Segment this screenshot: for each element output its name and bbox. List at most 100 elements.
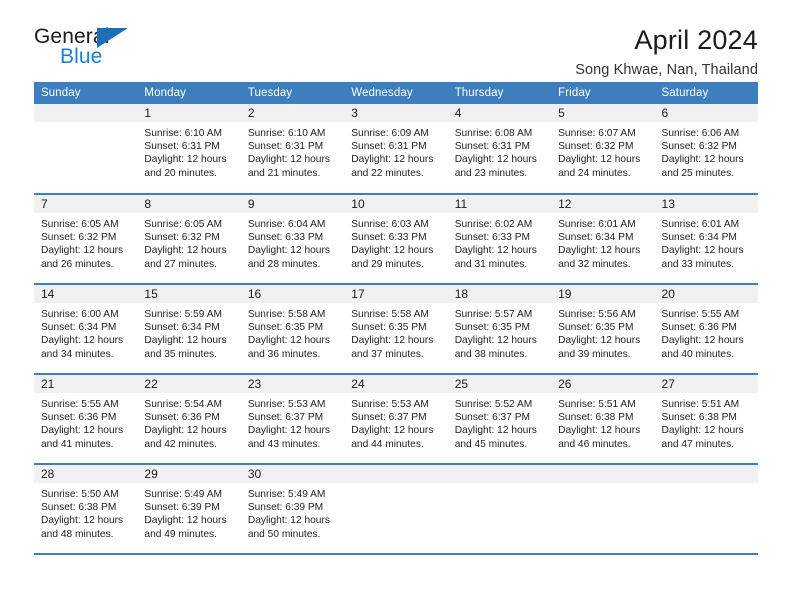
daylight-duration-line1: Daylight: 12 hours	[558, 425, 641, 437]
calendar-day-cell[interactable]: 24 Sunrise: 5:53 AM Sunset: 6:37 PM Dayligh…	[344, 373, 448, 464]
sunrise-time: Sunrise: 5:58 AM	[247, 309, 326, 320]
sunrise-time: Sunrise: 5:56 AM	[558, 309, 636, 320]
calendar-day-cell[interactable]: 9 Sunrise: 6:04 AM Sunset: 6:33 PM Daylight…	[240, 193, 345, 284]
calendar-day-cell[interactable]: 18 Sunrise: 5:57 AM Sunset: 6:35 PM Dayligh…	[447, 283, 552, 374]
weekday-header-tuesday: Tuesday	[240, 82, 345, 104]
day-details: Sunrise: 6:10 AM Sunset: 6:31 PM Daylight:…	[241, 122, 344, 180]
daylight-duration-line2: and 20 minutes.	[144, 167, 217, 179]
daylight-duration-line2: and 33 minutes.	[661, 258, 735, 270]
calendar-day-cell[interactable]: 28 Sunrise: 5:50 AM Sunset: 6:38 PM Dayligh…	[34, 463, 138, 555]
calendar-day-cell[interactable]: 14 Sunrise: 6:00 AM Sunset: 6:34 PM Dayligh…	[34, 283, 138, 374]
calendar-day-cell[interactable]: 16 Sunrise: 5:58 AM Sunset: 6:35 PM Dayligh…	[240, 283, 345, 374]
page-subtitle: Song Khwae, Nan, Thailand	[575, 62, 758, 79]
day-number: 24	[344, 375, 448, 393]
daylight-duration-line2: and 44 minutes.	[351, 438, 424, 450]
sunset-time: Sunset: 6:38 PM	[41, 502, 117, 514]
calendar-day-cell[interactable]: 22 Sunrise: 5:54 AM Sunset: 6:36 PM Dayligh…	[137, 373, 241, 464]
calendar-day-cell[interactable]: 2 Sunrise: 6:10 AM Sunset: 6:31 PM Daylight…	[240, 104, 345, 194]
day-number: 11	[447, 195, 552, 213]
day-details: Sunrise: 6:06 AM Sunset: 6:32 PM Daylight:…	[655, 122, 758, 180]
calendar-day-cell[interactable]: 6 Sunrise: 6:06 AM Sunset: 6:32 PM Daylight…	[654, 104, 758, 194]
day-details: Sunrise: 6:05 AM Sunset: 6:32 PM Daylight:…	[137, 213, 240, 271]
calendar-day-cell[interactable]: 12 Sunrise: 6:01 AM Sunset: 6:34 PM Dayligh…	[551, 193, 655, 284]
weekday-header-thursday: Thursday	[447, 82, 552, 104]
sunrise-time: Sunrise: 5:52 AM	[454, 399, 533, 410]
day-number: 15	[137, 285, 241, 303]
daylight-duration-line2: and 24 minutes.	[558, 167, 631, 179]
day-details: Sunrise: 5:53 AM Sunset: 6:37 PM Daylight:…	[344, 393, 447, 451]
sunset-time: Sunset: 6:35 PM	[454, 322, 531, 334]
day-number	[34, 104, 138, 122]
daylight-duration-line2: and 35 minutes.	[144, 348, 217, 360]
daylight-duration-line2: and 37 minutes.	[351, 348, 424, 360]
sunset-time: Sunset: 6:33 PM	[351, 232, 427, 244]
sunset-time: Sunset: 6:37 PM	[454, 412, 531, 424]
daylight-duration-line1: Daylight: 12 hours	[454, 425, 537, 437]
calendar-day-cell[interactable]: 1 Sunrise: 6:10 AM Sunset: 6:31 PM Daylight…	[137, 104, 241, 194]
daylight-duration-line1: Daylight: 12 hours	[247, 425, 330, 437]
calendar-day-cell[interactable]: 23 Sunrise: 5:53 AM Sunset: 6:37 PM Dayligh…	[240, 373, 345, 464]
calendar-day-cell[interactable]: 3 Sunrise: 6:09 AM Sunset: 6:31 PM Daylight…	[344, 104, 448, 194]
calendar-day-cell[interactable]: 17 Sunrise: 5:58 AM Sunset: 6:35 PM Dayligh…	[344, 283, 448, 374]
sunrise-time: Sunrise: 6:02 AM	[454, 219, 533, 230]
day-details: Sunrise: 5:50 AM Sunset: 6:38 PM Daylight:…	[34, 483, 137, 541]
calendar-day-cell[interactable]: 29 Sunrise: 5:49 AM Sunset: 6:39 PM Dayligh…	[137, 463, 241, 555]
day-number: 6	[654, 104, 758, 122]
sunrise-time: Sunrise: 5:58 AM	[351, 309, 429, 320]
sunrise-time: Sunrise: 6:01 AM	[558, 219, 636, 230]
calendar-day-cell[interactable]: 20 Sunrise: 5:55 AM Sunset: 6:36 PM Dayligh…	[654, 283, 758, 374]
sunset-time: Sunset: 6:35 PM	[351, 322, 427, 334]
weekday-header-saturday: Saturday	[654, 82, 758, 104]
calendar-day-cell[interactable]: 13 Sunrise: 6:01 AM Sunset: 6:34 PM Dayligh…	[654, 193, 758, 284]
calendar-day-cell[interactable]: 7 Sunrise: 6:05 AM Sunset: 6:32 PM Daylight…	[34, 193, 138, 284]
calendar-day-cell[interactable]: 15 Sunrise: 5:59 AM Sunset: 6:34 PM Dayligh…	[137, 283, 241, 374]
daylight-duration-line1: Daylight: 12 hours	[144, 245, 227, 257]
daylight-duration-line2: and 34 minutes.	[41, 348, 114, 360]
calendar-day-cell[interactable]: 27 Sunrise: 5:51 AM Sunset: 6:38 PM Dayligh…	[654, 373, 758, 464]
calendar-day-cell[interactable]: 19 Sunrise: 5:56 AM Sunset: 6:35 PM Dayligh…	[551, 283, 655, 374]
day-details: Sunrise: 6:08 AM Sunset: 6:31 PM Daylight:…	[448, 122, 551, 180]
calendar-day-cell[interactable]: 26 Sunrise: 5:51 AM Sunset: 6:38 PM Dayligh…	[551, 373, 655, 464]
daylight-duration-line1: Daylight: 12 hours	[41, 515, 124, 527]
daylight-duration-line1: Daylight: 12 hours	[351, 425, 434, 437]
day-details: Sunrise: 5:49 AM Sunset: 6:39 PM Daylight:…	[137, 483, 240, 541]
calendar-day-cell[interactable]: 25 Sunrise: 5:52 AM Sunset: 6:37 PM Dayligh…	[447, 373, 552, 464]
calendar-day-cell[interactable]: 8 Sunrise: 6:05 AM Sunset: 6:32 PM Daylight…	[137, 193, 241, 284]
calendar-day-cell[interactable]: 4 Sunrise: 6:08 AM Sunset: 6:31 PM Daylight…	[447, 104, 552, 194]
sunrise-time: Sunrise: 5:49 AM	[247, 489, 326, 500]
calendar-empty-cell	[34, 104, 138, 194]
daylight-duration-line1: Daylight: 12 hours	[144, 154, 227, 166]
daylight-duration-line2: and 49 minutes.	[144, 528, 217, 540]
sunrise-time: Sunrise: 5:57 AM	[454, 309, 533, 320]
day-number: 20	[654, 285, 758, 303]
calendar-day-cell[interactable]: 10 Sunrise: 6:03 AM Sunset: 6:33 PM Dayligh…	[344, 193, 448, 284]
day-number: 4	[447, 104, 552, 122]
day-details: Sunrise: 6:05 AM Sunset: 6:32 PM Daylight:…	[34, 213, 137, 271]
daylight-duration-line2: and 50 minutes.	[247, 528, 321, 540]
calendar-empty-cell	[551, 463, 655, 555]
sunrise-time: Sunrise: 5:53 AM	[247, 399, 326, 410]
daylight-duration-line1: Daylight: 12 hours	[41, 335, 124, 347]
day-details: Sunrise: 5:51 AM Sunset: 6:38 PM Daylight:…	[655, 393, 758, 451]
sunset-time: Sunset: 6:32 PM	[558, 141, 634, 153]
calendar-day-cell[interactable]: 30 Sunrise: 5:49 AM Sunset: 6:39 PM Dayligh…	[240, 463, 345, 555]
sunset-time: Sunset: 6:31 PM	[351, 141, 427, 153]
daylight-duration-line2: and 48 minutes.	[41, 528, 114, 540]
sunset-time: Sunset: 6:37 PM	[351, 412, 427, 424]
day-details: Sunrise: 5:56 AM Sunset: 6:35 PM Daylight:…	[551, 303, 654, 361]
calendar-day-cell[interactable]: 5 Sunrise: 6:07 AM Sunset: 6:32 PM Daylight…	[551, 104, 655, 194]
day-number: 18	[447, 285, 552, 303]
sunrise-time: Sunrise: 5:50 AM	[41, 489, 119, 500]
sunset-time: Sunset: 6:38 PM	[661, 412, 737, 424]
day-details: Sunrise: 5:51 AM Sunset: 6:38 PM Daylight:…	[551, 393, 654, 451]
weekday-header-wednesday: Wednesday	[344, 82, 448, 104]
calendar-week-row: 1 Sunrise: 6:10 AM Sunset: 6:31 PM Daylight…	[34, 104, 758, 194]
calendar-day-cell[interactable]: 21 Sunrise: 5:55 AM Sunset: 6:36 PM Dayligh…	[34, 373, 138, 464]
day-details: Sunrise: 6:01 AM Sunset: 6:34 PM Daylight:…	[551, 213, 654, 271]
day-number: 13	[654, 195, 758, 213]
calendar-day-cell[interactable]: 11 Sunrise: 6:02 AM Sunset: 6:33 PM Dayligh…	[447, 193, 552, 284]
day-number: 8	[137, 195, 241, 213]
day-details: Sunrise: 5:52 AM Sunset: 6:37 PM Daylight:…	[448, 393, 551, 451]
page-header: General Blue April 2024 Song Khwae, Nan,…	[34, 0, 758, 79]
sunrise-time: Sunrise: 6:05 AM	[144, 219, 223, 230]
